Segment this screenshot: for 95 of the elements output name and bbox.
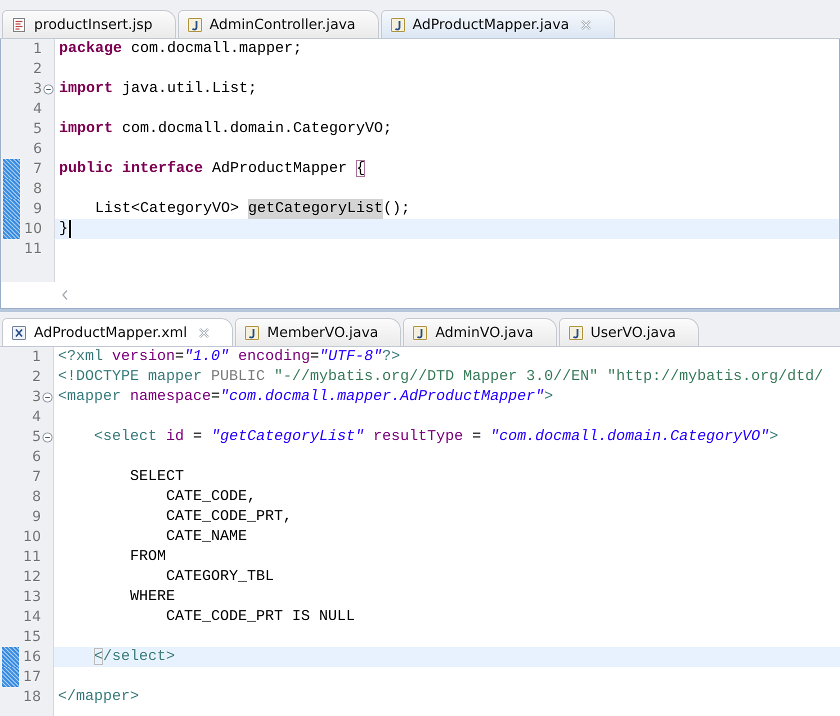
java-file-icon: [412, 324, 428, 340]
code-text: =: [192, 427, 204, 447]
line-number: 18: [22, 688, 41, 707]
line-number: 6: [31, 448, 41, 467]
line-number: 9: [31, 508, 41, 527]
code-text: =: [211, 387, 220, 407]
line-number: 15: [22, 628, 41, 647]
code-text: PUBLIC: [211, 367, 266, 387]
code-text: import: [59, 79, 114, 99]
code-text: "1.0": [184, 347, 230, 367]
editor-tab[interactable]: AdminController.java: [178, 10, 379, 38]
code-text: namespace: [130, 387, 212, 407]
line-number: 12: [22, 568, 41, 587]
code-text: CATEGORY_TBL: [165, 567, 274, 587]
line-number: 17: [22, 668, 41, 687]
line-number: 11: [23, 240, 42, 259]
code-text: =: [175, 347, 184, 367]
code-text: CATE_CODE,: [165, 487, 256, 507]
editor-tab[interactable]: MemberVO.java: [235, 318, 402, 346]
line-number: 13: [22, 588, 41, 607]
line-number: 5: [32, 120, 42, 139]
code-text: <mapper: [58, 387, 122, 407]
code-text: interface: [121, 159, 204, 179]
line-number: 6: [32, 140, 42, 159]
line-number: 7: [31, 468, 41, 487]
code-text: <!DOCTYPE mapper: [58, 367, 204, 387]
editor-tab[interactable]: AdProductMapper.java: [380, 10, 616, 38]
code-text: encoding: [237, 347, 310, 367]
code-text: <?xml: [58, 347, 104, 367]
line-number: 10: [23, 220, 42, 239]
editor-tab[interactable]: productInsert.jsp: [2, 10, 176, 38]
code-text: >: [769, 427, 778, 447]
code-text: List<CategoryVO>: [94, 199, 240, 219]
line-number: 16: [22, 648, 41, 667]
xml-file-icon: [11, 324, 27, 340]
code-text: WHERE: [129, 587, 176, 607]
collapse-icon[interactable]: [42, 84, 54, 94]
code-text: =: [310, 347, 320, 367]
line-number: 2: [32, 60, 42, 79]
code-text: import: [59, 119, 114, 139]
line-number: 4: [31, 408, 41, 427]
java-file-icon: [390, 16, 406, 32]
code-text: resultType: [372, 427, 464, 447]
code-text: "com.docmall.domain.CategoryVO": [490, 427, 770, 447]
code-text: java.util.List;: [121, 79, 258, 99]
code-text: public: [59, 159, 114, 179]
code-text: FROM: [129, 547, 166, 567]
text-cursor: [69, 220, 72, 238]
line-number: 8: [32, 180, 42, 199]
code-text: "com.docmall.mapper.AdProductMapper": [220, 387, 544, 407]
code-text: >: [544, 387, 554, 407]
java-file-icon: [568, 324, 584, 340]
code-text: "getCategoryList": [211, 427, 364, 447]
code-text: ?>: [382, 347, 400, 367]
line-number: 8: [31, 488, 41, 507]
line-number: 5: [31, 428, 41, 447]
code-text: </mapper>: [58, 687, 140, 707]
line-number: 9: [32, 200, 42, 219]
editor-tab[interactable]: AdminVO.java: [403, 318, 556, 346]
java-file-icon: [244, 324, 260, 340]
code-text: version: [112, 347, 176, 367]
line-number: 14: [22, 608, 41, 627]
line-number: 11: [22, 548, 41, 567]
code-text: getCategoryList: [248, 199, 384, 219]
line-number: 7: [32, 160, 42, 179]
code-text: SELECT: [129, 467, 184, 487]
editor-tab[interactable]: UserVO.java: [558, 318, 699, 346]
line-number: 1: [31, 348, 41, 367]
code-text: CATE_NAME: [165, 527, 248, 547]
code-text: com.docmall.mapper;: [130, 39, 302, 59]
editor-tab[interactable]: AdProductMapper.xml: [2, 318, 234, 346]
code-text: <select: [93, 427, 158, 447]
code-text: =: [471, 427, 482, 447]
code-text: }: [59, 219, 68, 239]
document-icon: [11, 16, 27, 32]
code-text: AdProductMapper: [211, 159, 348, 179]
line-number: 1: [32, 40, 42, 59]
code-text: {: [356, 159, 366, 179]
line-number: 10: [22, 528, 41, 547]
code-text: CATE_CODE_PRT IS NULL: [165, 607, 356, 627]
code-text: package: [59, 39, 122, 59]
code-text: CATE_CODE_PRT,: [165, 507, 292, 527]
java-file-icon: [186, 16, 203, 32]
code-text: id: [166, 427, 184, 447]
collapse-icon[interactable]: [42, 392, 52, 402]
line-number: 2: [31, 368, 41, 387]
code-text: "-//mybatis.org//DTD Mapper 3.0//EN" "http://mybatis.org/dtd/: [273, 367, 824, 387]
line-number: 4: [32, 100, 42, 119]
collapse-icon[interactable]: [42, 432, 52, 442]
code-text: ();: [383, 199, 410, 219]
line-number: 3: [32, 80, 42, 99]
line-number: 3: [31, 388, 41, 407]
code-text: com.docmall.domain.CategoryVO;: [121, 119, 392, 139]
code-text: "UTF-8": [319, 347, 382, 367]
code-text: </select>: [93, 647, 176, 667]
